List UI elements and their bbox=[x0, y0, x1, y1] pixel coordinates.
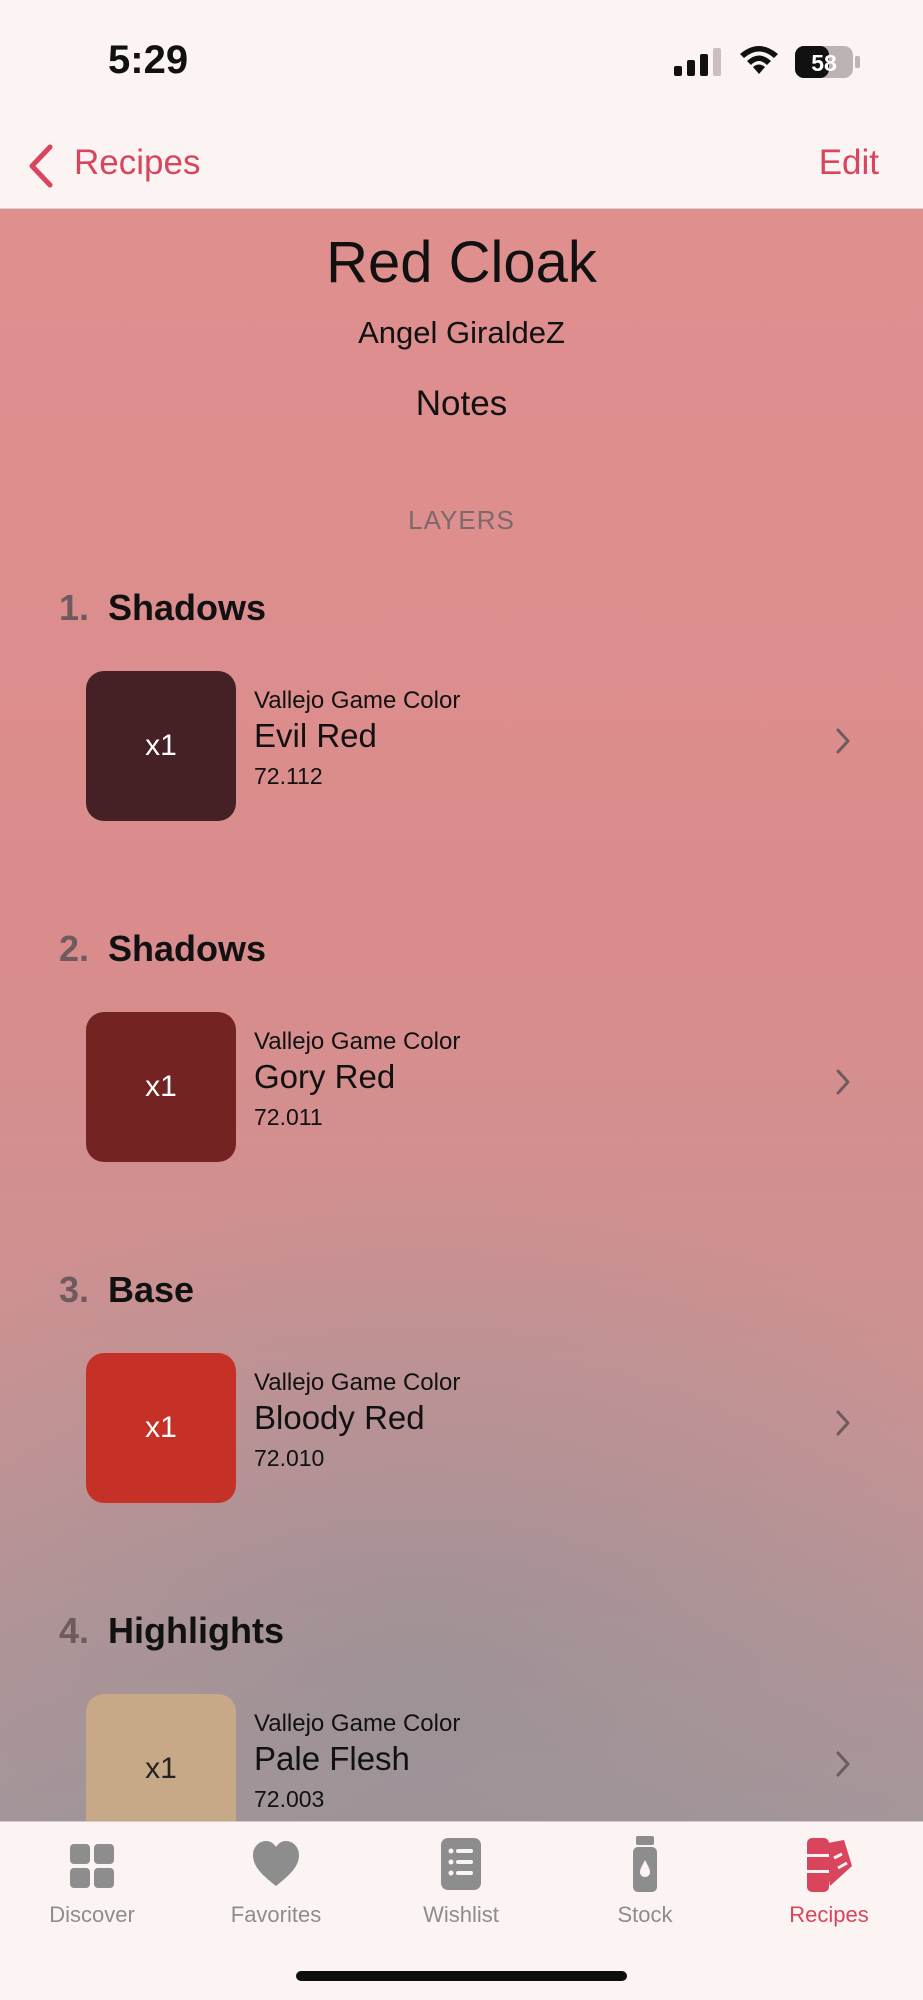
tab-wishlist[interactable]: Wishlist bbox=[386, 1836, 536, 1946]
paint-quantity: x1 bbox=[145, 729, 177, 762]
tab-discover[interactable]: Discover bbox=[17, 1836, 167, 1946]
layer-number: 3. bbox=[58, 1269, 89, 1310]
paint-swatch[interactable]: x1 bbox=[86, 671, 236, 821]
chevron-right-icon[interactable] bbox=[834, 727, 852, 755]
layer-item: 2. Shadows x1 Vallejo Game Color Gory Re… bbox=[0, 928, 923, 1228]
layer-number: 1. bbox=[58, 587, 89, 628]
signal-icon bbox=[674, 48, 721, 76]
chevron-right-icon[interactable] bbox=[834, 1750, 852, 1778]
tab-stock[interactable]: Stock bbox=[570, 1836, 720, 1946]
chevron-right-icon[interactable] bbox=[834, 1409, 852, 1437]
paint-name[interactable]: Evil Red bbox=[254, 717, 377, 755]
tab-label: Wishlist bbox=[423, 1902, 499, 1927]
layer-name: Shadows bbox=[108, 587, 267, 628]
paint-code: 72.010 bbox=[254, 1445, 325, 1471]
paint-name[interactable]: Bloody Red bbox=[254, 1399, 425, 1437]
home-indicator bbox=[296, 1971, 627, 1981]
tab-label: Favorites bbox=[230, 1902, 322, 1927]
battery-level: 58 bbox=[811, 50, 837, 76]
paint-brand: Vallejo Game Color bbox=[254, 1028, 461, 1055]
paint-swatch[interactable]: x1 bbox=[86, 1353, 236, 1503]
layer-number: 4. bbox=[58, 1610, 89, 1651]
layer-name: Shadows bbox=[108, 928, 267, 969]
recipe-detail: Red Cloak Angel GiraldeZ Notes LAYERS 1.… bbox=[0, 209, 923, 1821]
paint-quantity: x1 bbox=[145, 1411, 177, 1444]
paint-code: 72.003 bbox=[254, 1786, 325, 1812]
paint-code: 72.011 bbox=[254, 1104, 323, 1130]
grid-icon bbox=[70, 1844, 114, 1888]
edit-button[interactable]: Edit bbox=[819, 143, 879, 183]
status-time: 5:29 bbox=[108, 38, 189, 82]
paint-bottle-icon bbox=[633, 1836, 657, 1892]
notes-button[interactable]: Notes bbox=[0, 384, 923, 424]
paint-quantity: x1 bbox=[145, 1752, 177, 1785]
swatches-icon bbox=[807, 1838, 852, 1892]
chevron-left-icon[interactable] bbox=[26, 143, 56, 189]
paint-name[interactable]: Pale Flesh bbox=[254, 1740, 410, 1778]
layer-number: 2. bbox=[58, 928, 89, 969]
chevron-right-icon[interactable] bbox=[834, 1068, 852, 1096]
paint-code: 72.112 bbox=[254, 763, 323, 789]
paint-name[interactable]: Gory Red bbox=[254, 1058, 395, 1096]
layer-item: 4. Highlights x1 Vallejo Game Color Pale… bbox=[0, 1610, 923, 1821]
battery-icon: 58 bbox=[795, 46, 860, 78]
paint-swatch[interactable]: x1 bbox=[86, 1694, 236, 1821]
paint-quantity: x1 bbox=[145, 1070, 177, 1103]
tab-label: Stock bbox=[617, 1902, 673, 1927]
tab-label: Discover bbox=[49, 1902, 135, 1927]
paint-brand: Vallejo Game Color bbox=[254, 1369, 461, 1396]
paint-brand: Vallejo Game Color bbox=[254, 1710, 461, 1737]
layer-name: Base bbox=[108, 1269, 195, 1310]
navigation-bar: Recipes Edit bbox=[0, 125, 923, 209]
recipe-author: Angel GiraldeZ bbox=[358, 315, 565, 350]
tab-favorites[interactable]: Favorites bbox=[201, 1836, 351, 1946]
paint-brand: Vallejo Game Color bbox=[254, 687, 461, 714]
layer-name: Highlights bbox=[108, 1610, 284, 1651]
tab-label: Recipes bbox=[789, 1902, 869, 1927]
status-bar: 5:29 58 bbox=[0, 0, 923, 125]
tab-recipes[interactable]: Recipes bbox=[754, 1836, 904, 1946]
recipe-title: Red Cloak bbox=[326, 230, 597, 295]
heart-icon bbox=[253, 1841, 299, 1886]
list-icon bbox=[441, 1838, 481, 1890]
back-button[interactable]: Recipes bbox=[74, 143, 200, 183]
wifi-icon bbox=[740, 46, 778, 74]
layer-item: 3. Base x1 Vallejo Game Color Bloody Red… bbox=[0, 1269, 923, 1569]
layers-section-header: LAYERS bbox=[408, 505, 515, 535]
paint-swatch[interactable]: x1 bbox=[86, 1012, 236, 1162]
layer-item: 1. Shadows x1 Vallejo Game Color Evil Re… bbox=[0, 587, 923, 887]
